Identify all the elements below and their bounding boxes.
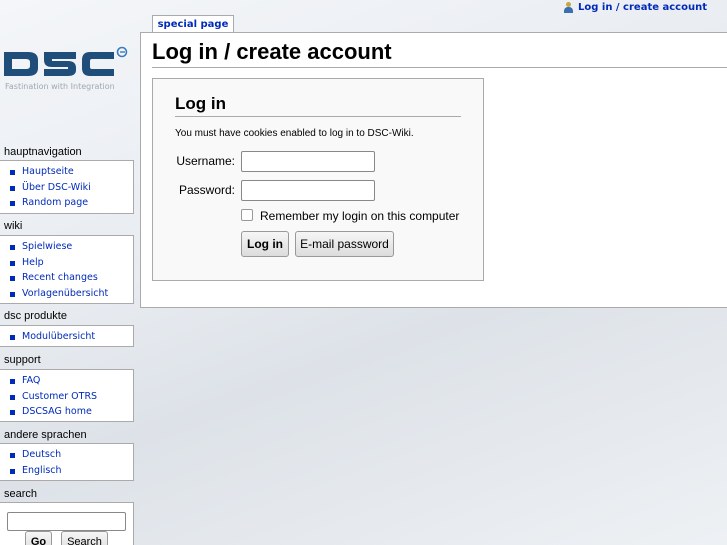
password-input[interactable] xyxy=(241,180,375,201)
sidebar-item-moduluebersicht[interactable]: Modulübersicht xyxy=(10,329,133,345)
password-label: Password: xyxy=(178,183,235,197)
portlet-support: FAQ Customer OTRS DSCSAG home xyxy=(0,369,134,422)
sidebar-item-random-page[interactable]: Random page xyxy=(10,195,133,211)
sidebar-item-recent-changes[interactable]: Recent changes xyxy=(10,270,133,286)
login-button[interactable]: Log in xyxy=(241,231,289,257)
login-create-account-link[interactable]: Log in / create account xyxy=(578,2,707,13)
sidebar-item-dscsag-home[interactable]: DSCSAG home xyxy=(10,404,133,420)
login-form: Log in You must have cookies enabled to … xyxy=(152,78,484,281)
content-area: Log in / create account Log in You must … xyxy=(140,32,727,308)
tab-special-page[interactable]: special page xyxy=(152,15,234,33)
portlet-title-andere-sprachen: andere sprachen xyxy=(4,429,87,441)
page-title: Log in / create account xyxy=(152,39,727,68)
go-button[interactable]: Go xyxy=(25,531,52,545)
portlet-andere-sprachen: Deutsch Englisch xyxy=(0,443,134,481)
remember-me-checkbox[interactable] xyxy=(241,209,253,221)
portlet-wiki: Spielwiese Help Recent changes Vorlagenü… xyxy=(0,235,134,304)
sidebar-item-faq[interactable]: FAQ xyxy=(10,373,133,389)
email-password-button[interactable]: E-mail password xyxy=(295,231,394,257)
user-icon xyxy=(563,1,574,13)
sidebar-item-spielwiese[interactable]: Spielwiese xyxy=(10,239,133,255)
portlet-dsc-produkte: Modulübersicht xyxy=(0,325,134,347)
portlet-title-support: support xyxy=(4,354,41,366)
portlet-search: Go Search xyxy=(0,502,134,545)
sidebar-item-vorlagenuebersicht[interactable]: Vorlagenübersicht xyxy=(10,286,133,302)
sidebar-item-hauptseite[interactable]: Hauptseite xyxy=(10,164,133,180)
username-input[interactable] xyxy=(241,151,375,172)
login-heading: Log in xyxy=(175,93,461,117)
search-button[interactable]: Search xyxy=(61,531,108,545)
portlet-title-wiki: wiki xyxy=(4,220,23,232)
portlet-hauptnavigation: Hauptseite Über DSC-Wiki Random page xyxy=(0,160,134,214)
sidebar-item-customer-otrs[interactable]: Customer OTRS xyxy=(10,389,133,405)
portlet-title-dsc-produkte: dsc produkte xyxy=(4,310,67,322)
dsc-logo-icon xyxy=(4,46,128,76)
site-logo[interactable]: Fastination with Integration xyxy=(4,46,134,94)
personal-tools: Log in / create account xyxy=(563,0,707,14)
sidebar-item-ueber-dsc-wiki[interactable]: Über DSC-Wiki xyxy=(10,180,133,196)
remember-me-label[interactable]: Remember my login on this computer xyxy=(260,209,459,223)
cookie-note: You must have cookies enabled to log in … xyxy=(175,128,414,139)
username-label: Username: xyxy=(176,154,235,168)
logo-tagline: Fastination with Integration xyxy=(5,82,115,91)
sidebar-item-deutsch[interactable]: Deutsch xyxy=(10,447,133,463)
search-input[interactable] xyxy=(7,512,126,531)
portlet-title-hauptnavigation: hauptnavigation xyxy=(4,146,82,158)
sidebar-item-englisch[interactable]: Englisch xyxy=(10,463,133,479)
sidebar-item-help[interactable]: Help xyxy=(10,255,133,271)
portlet-title-search: search xyxy=(4,488,38,500)
